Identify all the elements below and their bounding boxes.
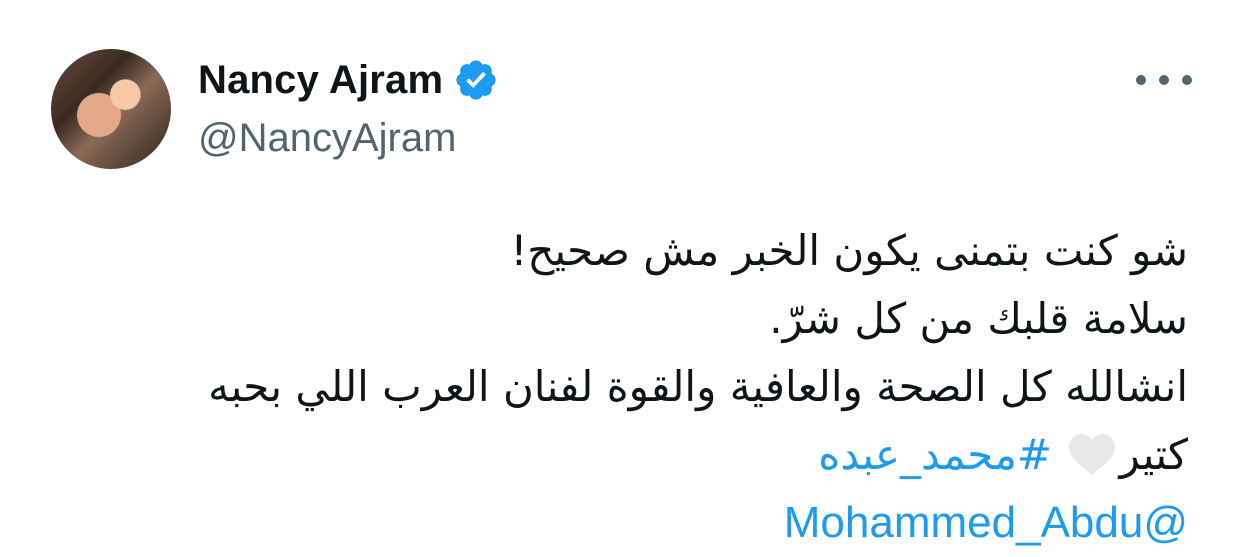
user-handle[interactable]: @NancyAjram xyxy=(198,116,456,161)
white-heart-icon xyxy=(1069,434,1116,475)
more-options-button[interactable] xyxy=(1136,60,1192,100)
more-dot-icon xyxy=(1159,75,1169,85)
user-name-row: Nancy Ajram xyxy=(198,56,499,104)
tweet-line-text: كتير xyxy=(1119,430,1188,479)
verified-badge-icon xyxy=(456,60,496,100)
tweet-line: @Mohammed_Abdu xyxy=(108,489,1188,557)
avatar[interactable] xyxy=(51,49,171,169)
tweet-line: كتير #محمد_عبده xyxy=(108,421,1188,489)
hashtag-link[interactable]: #محمد_عبده xyxy=(818,430,1052,479)
tweet-line: شو كنت بتمنى يكون الخبر مش صحيح! xyxy=(510,226,1188,275)
tweet-line: انشالله كل الصحة والعافية والقوة لفنان ا… xyxy=(208,362,1188,411)
more-dot-icon xyxy=(1182,75,1192,85)
display-name[interactable]: Nancy Ajram xyxy=(198,58,443,103)
tweet-text: شو كنت بتمنى يكون الخبر مش صحيح! سلامة ق… xyxy=(108,217,1188,557)
mention-link[interactable]: @Mohammed_Abdu xyxy=(784,498,1188,547)
more-dot-icon xyxy=(1136,75,1146,85)
tweet-line: سلامة قلبك من كل شرّ. xyxy=(769,294,1188,343)
